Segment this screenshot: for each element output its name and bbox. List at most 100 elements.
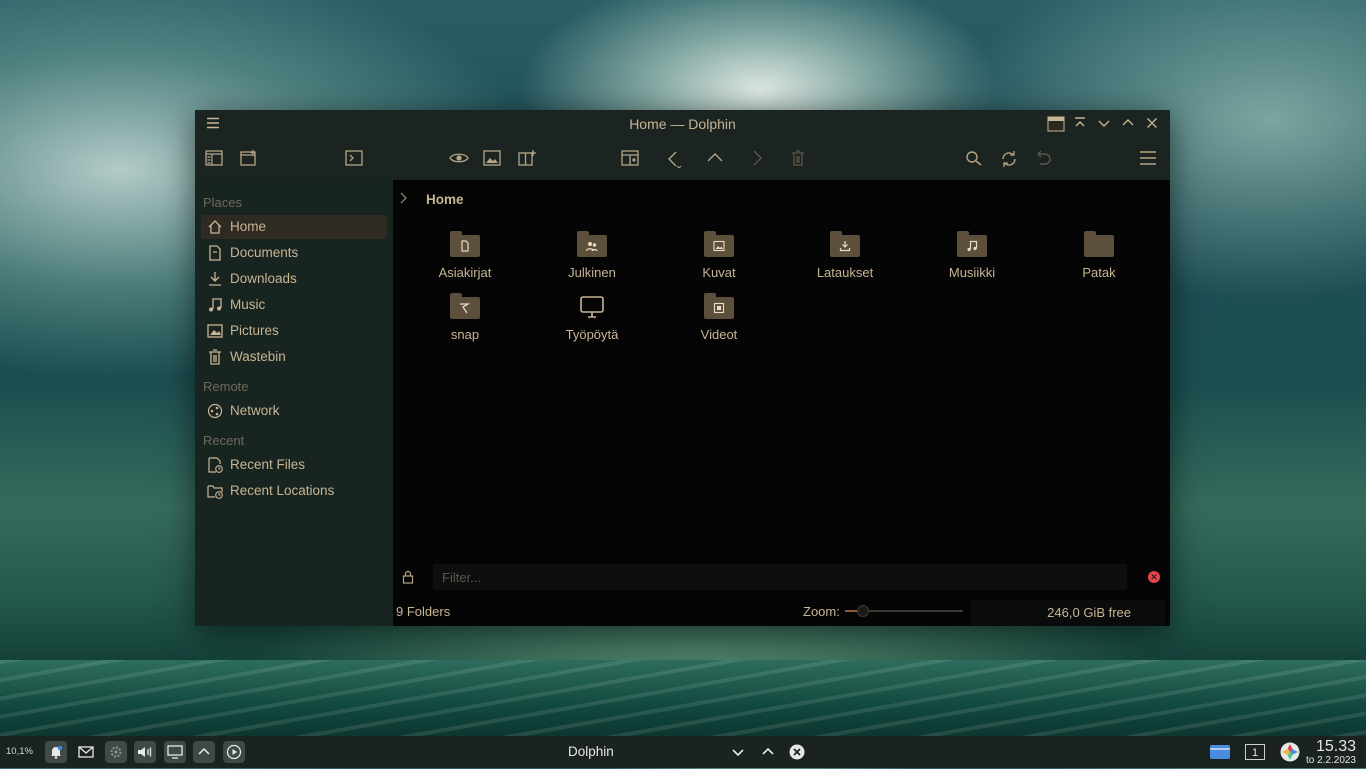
sidebar-item-downloads[interactable]: Downloads: [201, 267, 387, 291]
clock[interactable]: 15.33 to 2.2.2023: [1306, 738, 1356, 766]
window-title: Home — Dolphin: [629, 116, 736, 132]
clear-filter-icon[interactable]: ✕: [1148, 571, 1160, 583]
minimize-icon[interactable]: [1098, 117, 1110, 131]
active-task-title[interactable]: Dolphin: [568, 744, 614, 759]
undo-icon[interactable]: [1034, 150, 1054, 168]
folder-item[interactable]: Patak: [1044, 231, 1154, 280]
view-mode-icon[interactable]: [621, 150, 641, 168]
sidebar-item-music[interactable]: Music: [201, 293, 387, 317]
desktop-icon: [577, 295, 607, 321]
free-space-bar[interactable]: 246,0 GiB free: [971, 600, 1165, 626]
sidebar-item-pictures[interactable]: Pictures: [201, 319, 387, 343]
task-close-icon[interactable]: [786, 741, 808, 763]
cpu-usage[interactable]: 10,1%: [6, 746, 33, 757]
item-name: Lataukset: [816, 265, 874, 280]
sidebar-item-label: Documents: [230, 245, 299, 260]
hamburger-menu-icon[interactable]: [1139, 150, 1159, 168]
back-icon[interactable]: [665, 150, 685, 168]
file-view[interactable]: Home Asiakirjat Julkinen Kuvat Lataukset: [393, 180, 1170, 626]
app-launcher-icon[interactable]: [1279, 741, 1301, 763]
maximize-icon[interactable]: [1122, 117, 1134, 131]
item-name: Musiikki: [948, 265, 996, 280]
window-switcher-icon[interactable]: [1208, 741, 1232, 763]
zoom-slider-handle[interactable]: [856, 605, 869, 617]
remote-section-label: Remote: [203, 379, 249, 394]
folder-downloads-icon: [830, 231, 860, 257]
folder-icon: [1084, 231, 1114, 257]
terminal-icon[interactable]: [345, 150, 365, 168]
trash-icon: [207, 349, 223, 365]
breadcrumb[interactable]: Home: [426, 192, 464, 207]
sidebar-item-label: Music: [230, 297, 266, 312]
search-icon[interactable]: [965, 150, 985, 168]
item-name: snap: [450, 327, 480, 342]
clock-date: to 2.2.2023: [1305, 755, 1356, 766]
folder-item[interactable]: Työpöytä: [537, 295, 647, 342]
item-name: Kuvat: [702, 265, 736, 280]
item-name: Työpöytä: [565, 327, 619, 342]
desktop-pager[interactable]: 1: [1245, 744, 1265, 760]
volume-icon[interactable]: [134, 741, 156, 763]
filter-bar: ✕: [393, 562, 1170, 592]
document-icon: [207, 245, 223, 261]
zoom-label: Zoom:: [803, 604, 840, 619]
sidebar-item-recent-files[interactable]: Recent Files: [201, 453, 387, 477]
item-name: Patak: [1082, 265, 1116, 280]
folder-documents-icon: [450, 231, 480, 257]
titlebar[interactable]: Home — Dolphin: [195, 110, 1170, 138]
shade-icon[interactable]: [1074, 117, 1086, 131]
sidebar-item-label: Downloads: [230, 271, 297, 286]
task-maximize-icon[interactable]: [757, 741, 779, 763]
free-space-label: 246,0 GiB free: [1047, 605, 1131, 620]
places-panel: Places Home Documents Downloads Music Pi…: [195, 180, 393, 626]
sidebar-item-network[interactable]: Network: [201, 399, 387, 423]
close-icon[interactable]: [1146, 117, 1158, 131]
folder-item[interactable]: Lataukset: [790, 231, 900, 280]
folder-item[interactable]: Julkinen: [537, 231, 647, 280]
notifications-icon[interactable]: [45, 741, 67, 763]
sidebar-item-home[interactable]: Home: [201, 215, 387, 239]
show-hidden-icon[interactable]: [449, 150, 469, 168]
folder-item[interactable]: Kuvat: [664, 231, 774, 280]
breadcrumb-chevron-icon[interactable]: [399, 192, 407, 207]
wallpaper-sea: [0, 660, 1366, 740]
folder-item[interactable]: snap: [410, 293, 520, 342]
sidebar-item-label: Wastebin: [230, 349, 286, 364]
tray-expand-icon[interactable]: [193, 741, 215, 763]
taskbar: 10,1% Dolphin 1 15.33 to 2.2.2023: [0, 736, 1366, 768]
display-icon[interactable]: [164, 741, 186, 763]
up-icon[interactable]: [706, 150, 726, 168]
sidebar-item-documents[interactable]: Documents: [201, 241, 387, 265]
task-minimize-icon[interactable]: [727, 741, 749, 763]
folder-videos-icon: [704, 293, 734, 319]
dolphin-window: Home — Dolphin Places Home Documents Dow…: [195, 110, 1170, 626]
zoom-slider[interactable]: [845, 605, 963, 617]
folder-snap-icon: [450, 293, 480, 319]
preview-icon[interactable]: [483, 150, 503, 168]
folder-public-icon: [577, 231, 607, 257]
folder-item[interactable]: Asiakirjat: [410, 231, 520, 280]
new-window-icon[interactable]: [240, 150, 260, 168]
network-icon: [207, 403, 223, 419]
split-view-icon[interactable]: [518, 150, 538, 168]
picture-icon: [207, 323, 223, 339]
panels-icon[interactable]: [205, 150, 225, 168]
keep-above-icon[interactable]: [1047, 116, 1065, 134]
forward-icon[interactable]: [748, 150, 768, 168]
music-icon: [207, 297, 223, 313]
media-player-icon[interactable]: [223, 741, 245, 763]
sidebar-item-wastebin[interactable]: Wastebin: [201, 345, 387, 369]
delete-icon[interactable]: [790, 150, 810, 168]
sidebar-item-recent-locations[interactable]: Recent Locations: [201, 479, 387, 503]
status-bar: 9 Folders Zoom: 246,0 GiB free: [393, 600, 1170, 626]
filter-input[interactable]: [433, 564, 1127, 590]
mail-icon[interactable]: [75, 741, 97, 763]
settings-icon[interactable]: [105, 741, 127, 763]
folder-item[interactable]: Videot: [664, 293, 774, 342]
toolbar: [195, 138, 1170, 180]
sidebar-item-label: Pictures: [230, 323, 279, 338]
lock-icon[interactable]: [402, 570, 414, 584]
reload-icon[interactable]: [1000, 150, 1020, 168]
sidebar-item-label: Network: [230, 403, 280, 418]
folder-item[interactable]: Musiikki: [917, 231, 1027, 280]
